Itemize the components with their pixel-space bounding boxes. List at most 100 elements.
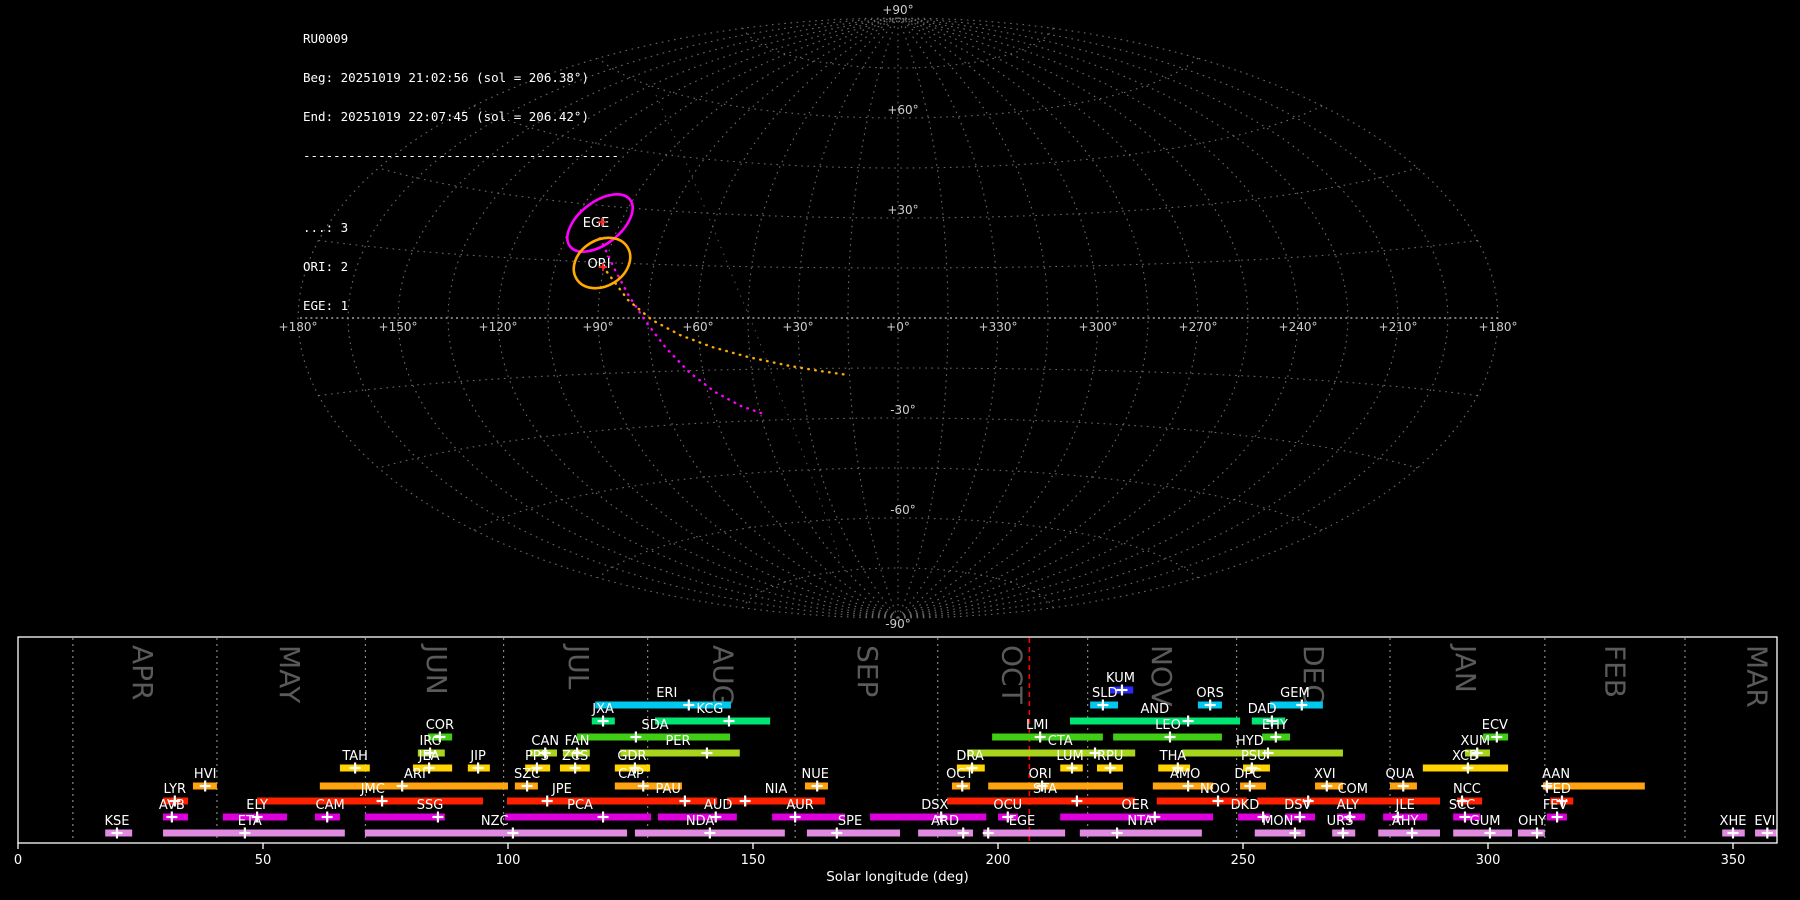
- peak-marker-NTA: [1111, 827, 1123, 839]
- map-lon-label: +300°: [1079, 320, 1118, 334]
- shower-label-SDA: SDA: [642, 718, 669, 733]
- shower-label-JXA: JXA: [591, 702, 614, 717]
- map-lat-labels: +90° +60° +30° -30° -60° -90°: [882, 3, 918, 631]
- count-ori: ORI: 2: [303, 259, 349, 274]
- map-lon-label: +330°: [979, 320, 1018, 334]
- shower-label-CTA: CTA: [1048, 734, 1073, 749]
- shower-label-KSE: KSE: [104, 814, 129, 829]
- shower-bar-EGE: [983, 829, 1066, 837]
- shower-label-KCG: KCG: [696, 702, 723, 717]
- shower-label-FEV: FEV: [1543, 798, 1568, 813]
- shower-label-NZC: NZC: [481, 814, 509, 829]
- peak-marker-DPC: [1244, 780, 1256, 792]
- shower-label-NDA: NDA: [686, 814, 715, 829]
- x-tick-label: 350: [1721, 853, 1746, 868]
- peak-marker-STA: [1071, 795, 1083, 807]
- shower-bar-PCA: [505, 813, 652, 821]
- shower-label-OCU: OCU: [993, 798, 1022, 813]
- x-tick-label: 50: [255, 853, 272, 868]
- radiant-map-screen: +180° +150° +120° +90° +60° +30° +0° +330° +300°…: [0, 0, 1800, 900]
- peak-marker-CAM: [321, 811, 333, 823]
- shower-label-STA: STA: [1033, 782, 1057, 797]
- peak-marker-PAU: [679, 795, 691, 807]
- map-lon-label: +270°: [1179, 320, 1218, 334]
- shower-label-OCT: OCT: [946, 767, 973, 782]
- shower-label-ERI: ERI: [656, 686, 677, 701]
- shower-bar-SDA: [577, 733, 730, 741]
- shower-label-PSU: PSU: [1241, 749, 1267, 764]
- peak-marker-DSV: [1294, 811, 1306, 823]
- separator-line: ----------------------------------------…: [303, 148, 620, 163]
- peak-marker-SPE: [831, 827, 843, 839]
- peak-marker-SZC: [521, 780, 533, 792]
- peak-marker-EGE: [982, 827, 994, 839]
- map-lat-label: +90°: [882, 3, 913, 17]
- shower-label-NIA: NIA: [765, 782, 788, 797]
- map-lon-label: +240°: [1279, 320, 1318, 334]
- peak-marker-QUA: [1397, 780, 1409, 792]
- shower-label-CAM: CAM: [316, 798, 345, 813]
- shower-label-LUM: LUM: [1056, 749, 1083, 764]
- shower-bar-STA: [947, 797, 1136, 805]
- shower-label-EVI: EVI: [1754, 814, 1775, 829]
- peak-marker-JIP: [472, 762, 484, 774]
- x-tick-label: 0: [14, 853, 22, 868]
- peak-marker-NIA: [739, 795, 751, 807]
- peak-marker-MON: [1289, 827, 1301, 839]
- shower-label-DAD: DAD: [1248, 702, 1277, 717]
- end-time: End: 20251019 22:07:45 (sol = 206.42°): [303, 109, 589, 124]
- shower-label-RPU: RPU: [1097, 749, 1123, 764]
- month-label-jul: JUL: [562, 643, 595, 690]
- map-lon-label: +210°: [1379, 320, 1418, 334]
- map-lon-label: +30°: [782, 320, 813, 334]
- shower-label-FED: FED: [1545, 782, 1571, 797]
- drift-trail-EGE: [598, 236, 763, 415]
- shower-label-DRA: DRA: [956, 749, 984, 764]
- shower-label-PPS: PPS: [525, 749, 549, 764]
- month-labels: APR MAY JUN JUL AUG SEP OCT NOV DEC JAN FEB MAR: [126, 643, 1774, 708]
- plot-svg: +180° +150° +120° +90° +60° +30° +0° +330° +300°…: [14, 3, 1778, 885]
- peak-marker-EVI: [1761, 827, 1773, 839]
- peak-marker-AND: [1182, 715, 1194, 727]
- shower-label-DSV: DSV: [1284, 798, 1311, 813]
- shower-label-OER: OER: [1121, 798, 1148, 813]
- shower-label-ALY: ALY: [1337, 798, 1359, 813]
- peak-marker-SSG: [432, 811, 444, 823]
- shower-label-CAP: CAP: [618, 767, 644, 782]
- count-ege: EGE: 1: [303, 298, 349, 313]
- shower-label-ARD: ARD: [931, 814, 959, 829]
- shower-label-DPC: DPC: [1234, 767, 1261, 782]
- shower-bar-ETA: [163, 829, 345, 837]
- peak-marker-ARI: [396, 780, 408, 792]
- shower-label-COR: COR: [426, 718, 454, 733]
- month-label-nov: NOV: [1145, 645, 1178, 707]
- shower-label-JMC: JMC: [360, 782, 385, 797]
- shower-label-ZCS: ZCS: [562, 749, 588, 764]
- peak-marker-ARD: [957, 827, 969, 839]
- shower-label-NTA: NTA: [1127, 814, 1153, 829]
- shower-bar-ARI: [319, 782, 508, 790]
- x-tick-label: 100: [496, 853, 521, 868]
- shower-label-AVB: AVB: [159, 798, 185, 813]
- shower-label-PAU: PAU: [656, 782, 681, 797]
- shower-label-SZC: SZC: [514, 767, 540, 782]
- peak-marker-OHY: [1531, 827, 1543, 839]
- shower-label-ARI: ARI: [404, 767, 426, 782]
- peak-marker-RPU: [1104, 762, 1116, 774]
- x-tick-label: 150: [741, 853, 766, 868]
- x-tick-label: 200: [986, 853, 1011, 868]
- peak-marker-XHE: [1727, 827, 1739, 839]
- shower-label-OHY: OHY: [1518, 814, 1546, 829]
- shower-label-XHE: XHE: [1720, 814, 1747, 829]
- shower-bar-JMC: [257, 797, 484, 805]
- peak-marker-AUR: [789, 811, 801, 823]
- shower-label-LMI: LMI: [1026, 718, 1048, 733]
- peak-marker-OCT: [956, 780, 968, 792]
- peak-marker-NUE: [811, 780, 823, 792]
- peak-marker-KUM: [1116, 684, 1128, 696]
- shower-label-GDR: GDR: [617, 749, 646, 764]
- peak-marker-URS: [1337, 827, 1349, 839]
- count-unidentified: ...: 3: [303, 220, 349, 235]
- peak-marker-ZCS: [569, 762, 581, 774]
- peak-marker-HVI: [199, 780, 211, 792]
